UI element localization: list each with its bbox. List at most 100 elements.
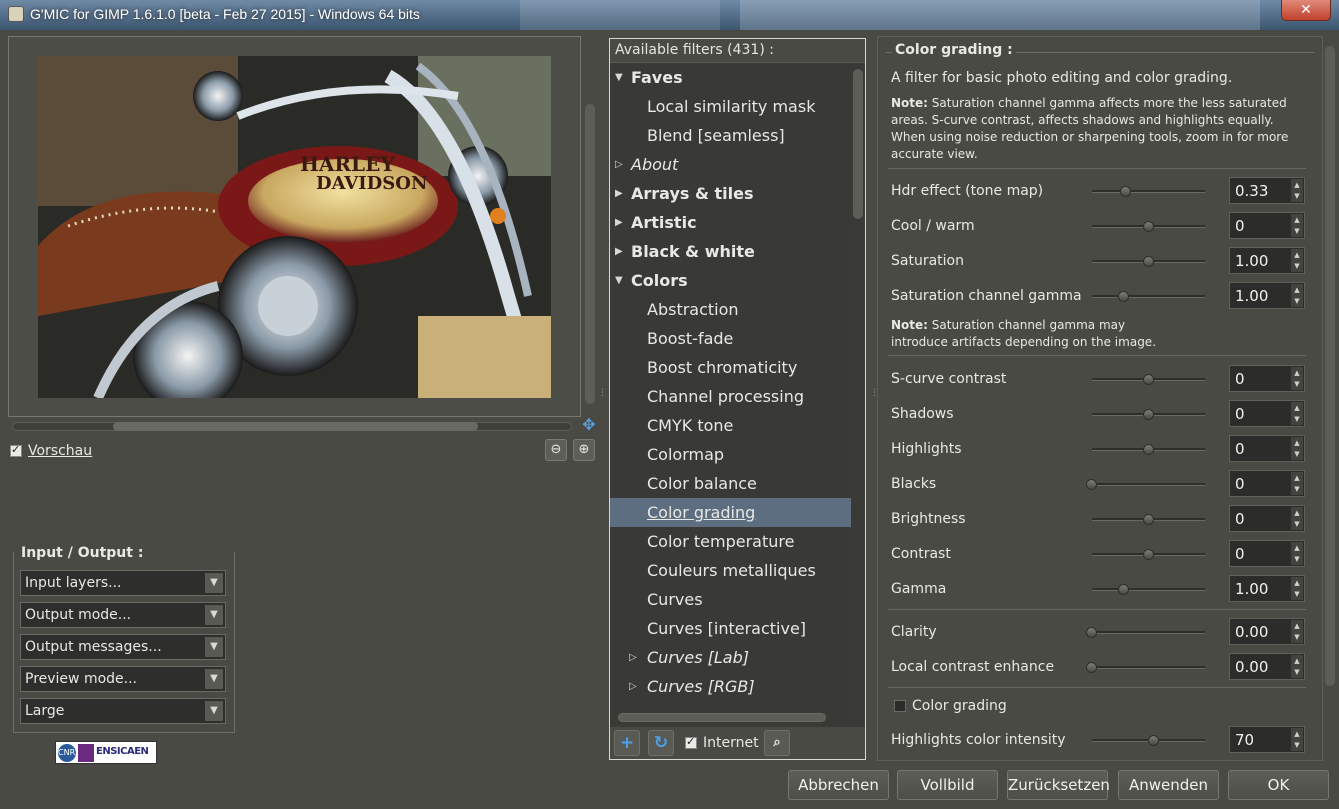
- spin-down-icon[interactable]: ▼: [1291, 225, 1303, 237]
- preview-toggle[interactable]: Vorschau: [10, 443, 92, 459]
- filter-row[interactable]: Blend [seamless]: [610, 121, 851, 150]
- param-slider[interactable]: [1092, 631, 1205, 634]
- filter-row[interactable]: ▼ Faves: [610, 63, 851, 92]
- spin-down-icon[interactable]: ▼: [1291, 553, 1303, 565]
- filter-row[interactable]: Color temperature: [610, 527, 851, 556]
- param-spinbox[interactable]: 0.33 ▲ ▼: [1229, 177, 1305, 204]
- filter-row[interactable]: Color grading: [610, 498, 851, 527]
- spin-down-icon[interactable]: ▼: [1291, 666, 1303, 678]
- slider-handle[interactable]: [1086, 662, 1097, 673]
- close-button[interactable]: ✕: [1281, 0, 1331, 21]
- collapse-arrow-icon[interactable]: ▷: [629, 672, 637, 701]
- collapse-arrow-icon[interactable]: ▷: [629, 643, 637, 672]
- scroll-thumb[interactable]: [853, 69, 863, 219]
- filter-row[interactable]: Curves [interactive]: [610, 614, 851, 643]
- preview-image[interactable]: HARLEY DAVIDSON: [38, 56, 551, 398]
- slider-handle[interactable]: [1086, 627, 1097, 638]
- apply-button[interactable]: Anwenden: [1118, 770, 1219, 800]
- spinbox-value[interactable]: 0.00: [1235, 623, 1268, 641]
- scroll-thumb[interactable]: [585, 104, 595, 404]
- spinbox-value[interactable]: 0: [1235, 510, 1245, 528]
- filter-row[interactable]: Boost-fade: [610, 324, 851, 353]
- slider-handle[interactable]: [1117, 291, 1129, 302]
- spinbox-value[interactable]: 0: [1235, 545, 1245, 563]
- scroll-thumb[interactable]: [113, 422, 478, 431]
- search-filters-button[interactable]: ⌕: [764, 730, 790, 756]
- slider-handle[interactable]: [1142, 374, 1154, 385]
- slider-handle[interactable]: [1142, 549, 1154, 560]
- param-spinbox[interactable]: 0 ▲ ▼: [1229, 435, 1305, 462]
- filter-row[interactable]: Colormap: [610, 440, 851, 469]
- zoom-in-button[interactable]: ⊕: [573, 439, 595, 461]
- spinbox-value[interactable]: 70: [1235, 731, 1254, 749]
- spin-down-icon[interactable]: ▼: [1291, 190, 1303, 202]
- filter-row[interactable]: ▶ Artistic: [610, 208, 851, 237]
- spinbox-value[interactable]: 0: [1235, 405, 1245, 423]
- collapse-arrow-icon[interactable]: ▶: [615, 179, 623, 208]
- param-slider[interactable]: [1092, 588, 1205, 591]
- spinbox-value[interactable]: 0.00: [1235, 658, 1268, 676]
- filter-vertical-scrollbar[interactable]: [851, 63, 865, 709]
- param-spinbox[interactable]: 0 ▲ ▼: [1229, 470, 1305, 497]
- output-mode-select[interactable]: Output mode... ▼: [20, 602, 226, 628]
- add-filter-button[interactable]: +: [614, 730, 640, 756]
- filter-row[interactable]: ▷ Curves [Lab]: [610, 643, 851, 672]
- slider-handle[interactable]: [1086, 479, 1097, 490]
- spin-down-icon[interactable]: ▼: [1291, 448, 1303, 460]
- spin-down-icon[interactable]: ▼: [1291, 378, 1303, 390]
- slider-handle[interactable]: [1117, 584, 1129, 595]
- spin-down-icon[interactable]: ▼: [1291, 518, 1303, 530]
- collapse-arrow-icon[interactable]: ▶: [615, 237, 623, 266]
- fullscreen-button[interactable]: Vollbild: [897, 770, 998, 800]
- slider-handle[interactable]: [1119, 186, 1131, 197]
- filter-row[interactable]: CMYK tone: [610, 411, 851, 440]
- param-spinbox[interactable]: 70 ▲ ▼: [1229, 726, 1305, 753]
- filter-tree[interactable]: ▼ Faves Local similarity mask Blend [seamle…: [610, 63, 851, 709]
- internet-checkbox[interactable]: [685, 735, 697, 749]
- preview-size-select[interactable]: Large ▼: [20, 698, 226, 724]
- param-spinbox[interactable]: 0 ▲ ▼: [1229, 400, 1305, 427]
- refresh-filters-button[interactable]: ↻: [648, 730, 674, 756]
- slider-handle[interactable]: [1142, 444, 1154, 455]
- param-spinbox[interactable]: 1.00 ▲ ▼: [1229, 575, 1305, 602]
- spin-down-icon[interactable]: ▼: [1291, 588, 1303, 600]
- param-spinbox[interactable]: 0 ▲ ▼: [1229, 212, 1305, 239]
- spinbox-value[interactable]: 0: [1235, 475, 1245, 493]
- spin-down-icon[interactable]: ▼: [1291, 631, 1303, 643]
- zoom-out-button[interactable]: ⊖: [545, 439, 567, 461]
- filter-row[interactable]: Curves: [610, 585, 851, 614]
- spinbox-value[interactable]: 0: [1235, 370, 1245, 388]
- output-messages-select[interactable]: Output messages... ▼: [20, 634, 226, 660]
- move-icon[interactable]: ✥: [582, 417, 596, 433]
- color-grading-toggle[interactable]: Color grading: [894, 698, 1007, 714]
- spinbox-value[interactable]: 0: [1235, 217, 1245, 235]
- spinbox-value[interactable]: 1.00: [1235, 287, 1268, 305]
- slider-handle[interactable]: [1142, 221, 1154, 232]
- preview-horizontal-scrollbar[interactable]: [8, 419, 581, 433]
- preview-checkbox[interactable]: [10, 443, 22, 457]
- filter-row[interactable]: ▶ Arrays & tiles: [610, 179, 851, 208]
- param-spinbox[interactable]: 1.00 ▲ ▼: [1229, 282, 1305, 309]
- spinbox-value[interactable]: 1.00: [1235, 580, 1268, 598]
- param-slider[interactable]: [1092, 295, 1205, 298]
- scroll-thumb[interactable]: [1325, 46, 1335, 686]
- slider-handle[interactable]: [1142, 409, 1154, 420]
- internet-toggle[interactable]: Internet: [685, 735, 759, 751]
- slider-handle[interactable]: [1142, 514, 1154, 525]
- filter-row[interactable]: ▷ About: [610, 150, 851, 179]
- ok-button[interactable]: OK: [1228, 770, 1329, 800]
- param-spinbox[interactable]: 0 ▲ ▼: [1229, 540, 1305, 567]
- slider-handle[interactable]: [1148, 735, 1160, 746]
- spin-down-icon[interactable]: ▼: [1291, 483, 1303, 495]
- filter-row[interactable]: ▼ Colors: [610, 266, 851, 295]
- filter-row[interactable]: Abstraction: [610, 295, 851, 324]
- param-spinbox[interactable]: 1.00 ▲ ▼: [1229, 247, 1305, 274]
- spinbox-value[interactable]: 0: [1235, 440, 1245, 458]
- cancel-button[interactable]: Abbrechen: [788, 770, 889, 800]
- filter-row[interactable]: Channel processing: [610, 382, 851, 411]
- param-slider[interactable]: [1092, 190, 1205, 193]
- expand-arrow-icon[interactable]: ▼: [615, 63, 623, 92]
- param-slider[interactable]: [1092, 666, 1205, 669]
- param-spinbox[interactable]: 0.00 ▲ ▼: [1229, 618, 1305, 645]
- expand-arrow-icon[interactable]: ▼: [615, 266, 623, 295]
